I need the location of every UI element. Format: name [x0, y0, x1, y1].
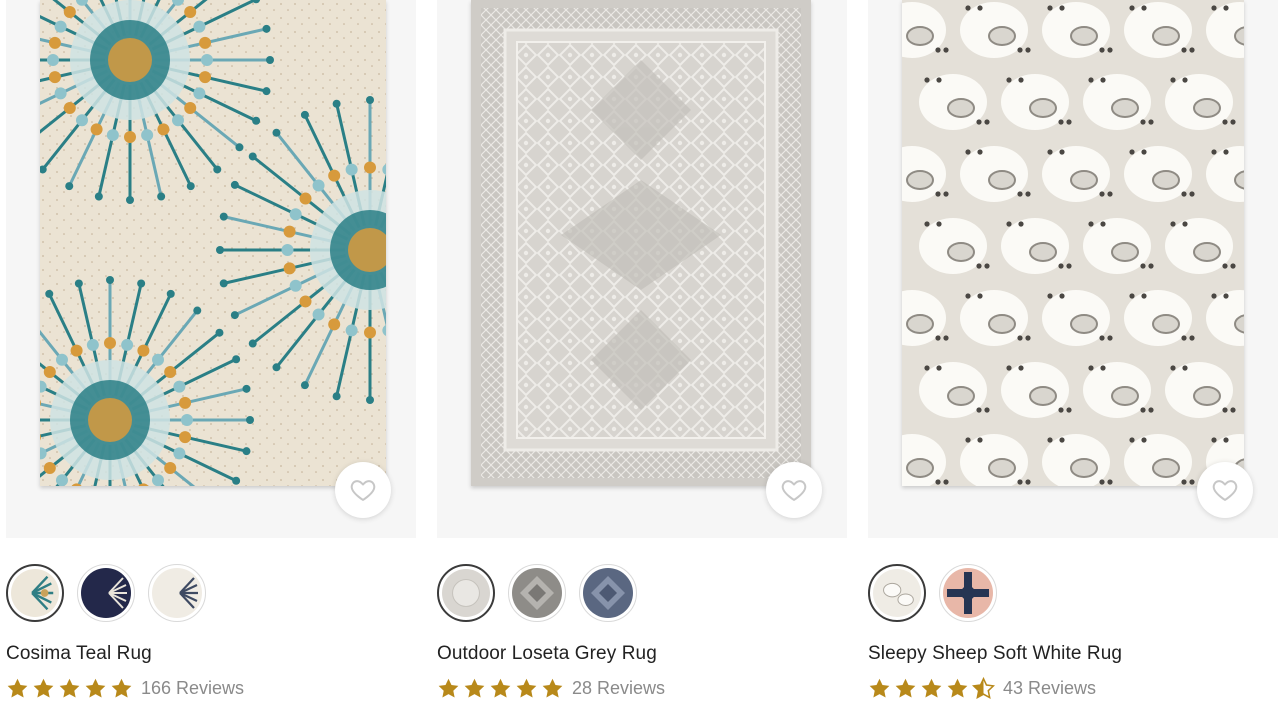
star-icon [541, 677, 564, 700]
rating-stars [437, 677, 564, 700]
star-icon [463, 677, 486, 700]
color-swatch-pink-navy[interactable] [939, 564, 997, 622]
product-image-sleepy-sheep-rug[interactable] [902, 0, 1244, 486]
star-icon [515, 677, 538, 700]
star-half-icon [972, 677, 995, 700]
heart-outline-icon [780, 476, 808, 504]
color-swatch-ivory-grey[interactable] [148, 564, 206, 622]
star-icon [32, 677, 55, 700]
star-icon [6, 677, 29, 700]
product-image-area[interactable] [868, 0, 1278, 538]
product-image-area[interactable] [6, 0, 416, 538]
color-swatches [6, 564, 206, 622]
wishlist-heart-button[interactable] [766, 462, 822, 518]
product-rating: 43 Reviews [868, 677, 1096, 700]
color-swatch-light-grey[interactable] [437, 564, 495, 622]
product-image-area[interactable] [437, 0, 847, 538]
product-card-loseta: Outdoor Loseta Grey Rug 28 Reviews [437, 0, 847, 720]
product-image-cosima-teal-rug[interactable] [40, 0, 386, 486]
review-count[interactable]: 28 Reviews [572, 678, 665, 699]
star-icon [58, 677, 81, 700]
product-rating: 166 Reviews [6, 677, 244, 700]
star-icon [946, 677, 969, 700]
heart-outline-icon [349, 476, 377, 504]
star-icon [868, 677, 891, 700]
star-icon [437, 677, 460, 700]
rating-stars [868, 677, 995, 700]
color-swatch-grey[interactable] [508, 564, 566, 622]
wishlist-heart-button[interactable] [1197, 462, 1253, 518]
color-swatch-cream-teal[interactable] [6, 564, 64, 622]
color-swatch-navy[interactable] [77, 564, 135, 622]
color-swatch-soft-white[interactable] [868, 564, 926, 622]
star-icon [894, 677, 917, 700]
wishlist-heart-button[interactable] [335, 462, 391, 518]
product-image-outdoor-loseta-grey-rug[interactable] [471, 0, 811, 486]
color-swatch-blue-grey[interactable] [579, 564, 637, 622]
rating-stars [6, 677, 133, 700]
product-card-sleepy-sheep: Sleepy Sheep Soft White Rug 43 Reviews [868, 0, 1278, 720]
star-icon [920, 677, 943, 700]
color-swatches [868, 564, 997, 622]
review-count[interactable]: 166 Reviews [141, 678, 244, 699]
star-icon [489, 677, 512, 700]
color-swatches [437, 564, 637, 622]
product-card-cosima: Cosima Teal Rug 166 Reviews [6, 0, 416, 720]
review-count[interactable]: 43 Reviews [1003, 678, 1096, 699]
product-rating: 28 Reviews [437, 677, 665, 700]
star-icon [110, 677, 133, 700]
product-name[interactable]: Sleepy Sheep Soft White Rug [868, 643, 1122, 665]
star-icon [84, 677, 107, 700]
product-name[interactable]: Cosima Teal Rug [6, 643, 152, 665]
product-name[interactable]: Outdoor Loseta Grey Rug [437, 643, 657, 665]
heart-outline-icon [1211, 476, 1239, 504]
